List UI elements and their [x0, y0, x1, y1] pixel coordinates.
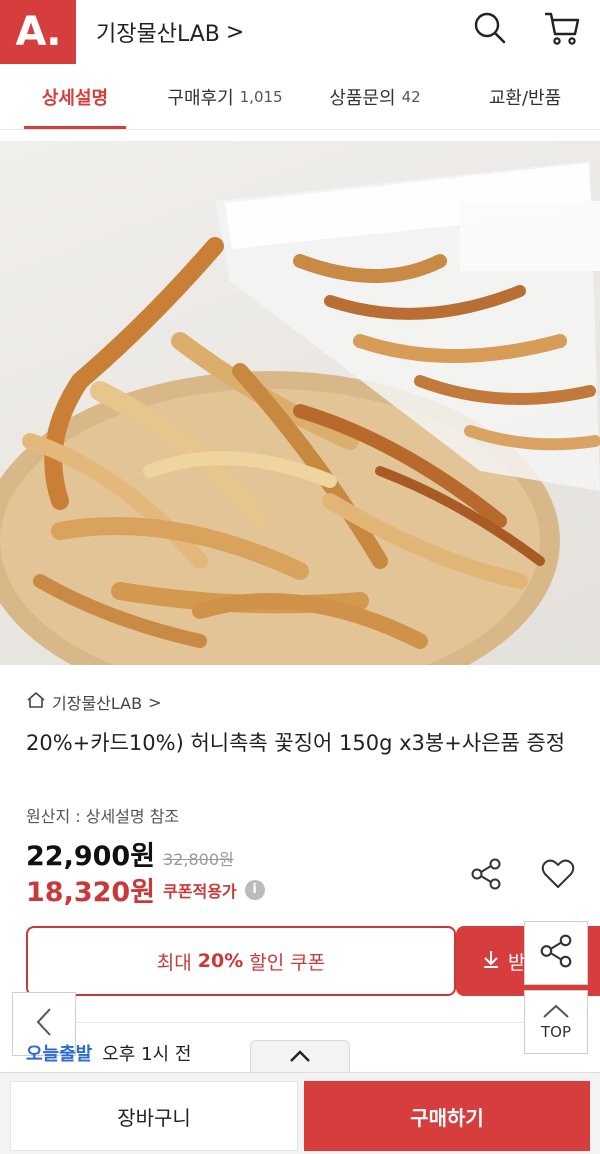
chevron-right-icon: >: [225, 19, 245, 45]
coupon-price-row: 18,320원 쿠폰적용가 i: [26, 870, 265, 909]
breadcrumb-store: 기장물산LAB: [52, 694, 143, 713]
chevron-up-icon: [542, 1003, 570, 1023]
search-icon[interactable]: [470, 8, 510, 48]
share-icon[interactable]: [468, 856, 504, 892]
info-icon[interactable]: i: [244, 879, 265, 900]
tab-count: 1,015: [239, 87, 283, 106]
product-tabs: 상세설명 구매후기 1,015 상품문의 42 교환/반품: [0, 64, 600, 130]
coupon-suffix: 할인 쿠폰: [249, 951, 326, 974]
store-breadcrumb[interactable]: 기장물산LAB >: [26, 690, 162, 714]
download-icon: [482, 949, 500, 974]
store-title: 기장물산LAB: [96, 22, 220, 47]
chevron-up-icon: [289, 1048, 311, 1067]
purchase-bar: 장바구니 구매하기: [0, 1072, 600, 1154]
tab-reviews[interactable]: 구매후기 1,015: [150, 64, 300, 129]
heart-icon[interactable]: [540, 856, 576, 892]
share-icon: [538, 933, 574, 973]
tab-label: 교환/반품: [488, 87, 562, 109]
cart-icon[interactable]: [542, 8, 582, 48]
original-price: 32,800원: [163, 850, 234, 869]
chevron-left-icon: [36, 1007, 52, 1041]
coupon-price: 18,320원: [26, 877, 156, 908]
floating-share-button[interactable]: [524, 921, 588, 985]
buy-now-button[interactable]: 구매하기: [304, 1081, 590, 1151]
app-header: A. 기장물산LAB >: [0, 0, 600, 64]
current-price: 22,900원: [26, 841, 156, 872]
coupon-percent: 20%: [197, 950, 244, 972]
tab-label: 상품문의: [329, 87, 396, 109]
tab-label: 구매후기: [167, 87, 234, 109]
top-label: TOP: [540, 1023, 571, 1041]
tab-inquiries[interactable]: 상품문의 42: [300, 64, 450, 129]
brand-logo[interactable]: A.: [0, 0, 76, 64]
product-origin: 원산지 : 상세설명 참조: [26, 807, 180, 826]
coupon-button-label: 받: [508, 951, 526, 974]
header-actions: [470, 8, 582, 48]
tab-label: 상세설명: [41, 87, 109, 109]
tab-count: 42: [401, 87, 421, 106]
coupon-price-label: 쿠폰적용가: [163, 881, 237, 901]
store-title-link[interactable]: 기장물산LAB >: [96, 16, 244, 48]
add-to-cart-button[interactable]: 장바구니: [10, 1081, 298, 1151]
product-name: 20%+카드10%) 허니촉촉 꽃징어 150g x3봉+사은품 증정: [26, 731, 566, 755]
chevron-right-icon: >: [148, 692, 162, 712]
bottom-sheet-handle[interactable]: [250, 1040, 350, 1074]
scroll-top-button[interactable]: TOP: [524, 990, 588, 1054]
tab-return[interactable]: 교환/반품: [450, 64, 600, 129]
price-row: 22,900원 32,800원: [26, 834, 234, 873]
tab-description[interactable]: 상세설명: [0, 64, 150, 129]
shipping-time: 오후 1시 전: [102, 1044, 192, 1065]
coupon-prefix: 최대: [156, 951, 192, 974]
product-actions: [468, 856, 576, 892]
delivery-info: 오늘출발 오후 1시 전: [26, 1040, 191, 1066]
divider: [70, 1022, 530, 1023]
product-image[interactable]: [0, 141, 600, 665]
coupon-banner[interactable]: 최대 20% 할인 쿠폰: [26, 926, 456, 996]
home-icon: [26, 691, 46, 713]
today-shipping-tag: 오늘출발: [26, 1044, 93, 1065]
